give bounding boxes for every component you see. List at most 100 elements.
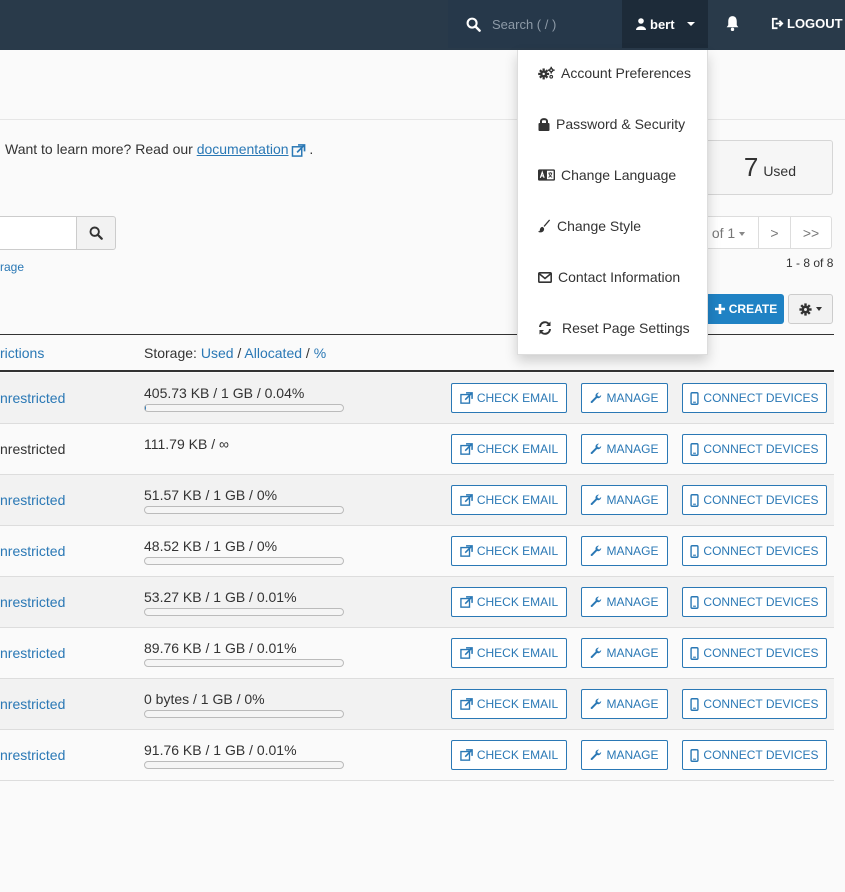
envelope-icon [538,271,552,283]
restriction-cell[interactable]: nrestricted [0,696,65,712]
check-email-button[interactable]: CHECK EMAIL [451,689,567,719]
documentation-hint-suffix: . [309,141,314,157]
mobile-phone-icon [690,697,700,711]
menu-item-account-preferences[interactable]: Account Preferences [538,65,691,81]
manage-button[interactable]: MANAGE [581,740,668,770]
external-link-icon [291,143,306,157]
chevron-down-icon [686,22,695,26]
storage-header-label: Storage: [144,345,197,361]
connect-devices-button[interactable]: CONNECT DEVICES [682,434,827,464]
mobile-phone-icon [690,748,700,762]
check-email-button[interactable]: CHECK EMAIL [451,587,567,617]
search-field[interactable]: Search ( / ) [448,0,622,48]
check-email-button[interactable]: CHECK EMAIL [451,638,567,668]
restriction-cell[interactable]: nrestricted [0,390,65,406]
table-body: nrestricted 405.73 KB / 1 GB / 0.04% CHECK… [0,373,834,781]
gear-icon [799,302,812,316]
restriction-cell[interactable]: nrestricted [0,645,65,661]
connect-devices-button[interactable]: CONNECT DEVICES [682,638,827,668]
menu-item-password-security[interactable]: Password & Security [538,116,685,132]
check-email-button[interactable]: CHECK EMAIL [451,536,567,566]
connect-devices-button[interactable]: CONNECT DEVICES [682,740,827,770]
connect-devices-button[interactable]: CONNECT DEVICES [682,383,827,413]
table-row: nrestricted 89.76 KB / 1 GB / 0.01% CHECK … [0,628,834,679]
manage-button[interactable]: MANAGE [581,434,668,464]
logout-link[interactable]: LOGOUT [771,16,843,31]
menu-item-reset-page-settings[interactable]: Reset Page Settings [538,320,690,336]
bell-icon[interactable] [724,15,741,32]
used-count-box: 7 Used [690,140,833,195]
restrictions-column-header[interactable]: rictions [0,345,44,361]
wrench-icon [590,392,602,404]
page-select[interactable]: of 1 [699,216,759,249]
last-page-button[interactable]: >> [790,216,832,249]
manage-button[interactable]: MANAGE [581,383,668,413]
menu-item-label: Change Language [561,167,677,183]
check-email-button[interactable]: CHECK EMAIL [451,434,567,464]
check-email-label: CHECK EMAIL [476,544,559,558]
mobile-phone-icon [690,646,700,660]
menu-item-label: Account Preferences [561,65,691,81]
used-count: 7 [743,152,759,182]
external-link-icon [460,749,473,761]
create-button[interactable]: CREATE [708,294,784,324]
check-email-button[interactable]: CHECK EMAIL [451,485,567,515]
external-link-icon [460,443,473,455]
table-row: nrestricted 51.57 KB / 1 GB / 0% CHECK EMA… [0,475,834,526]
menu-item-change-style[interactable]: Change Style [538,218,641,234]
table-row: nrestricted 405.73 KB / 1 GB / 0.04% CHECK… [0,373,834,424]
connect-devices-label: CONNECT DEVICES [703,646,819,660]
restriction-cell[interactable]: nrestricted [0,747,65,763]
connect-devices-button[interactable]: CONNECT DEVICES [682,689,827,719]
manage-button[interactable]: MANAGE [581,587,668,617]
table-row: nrestricted 0 bytes / 1 GB / 0% CHECK EMAI… [0,679,834,730]
table-search-button[interactable] [76,216,116,250]
manage-button[interactable]: MANAGE [581,689,668,719]
chevron-down-icon [739,231,746,236]
connect-devices-label: CONNECT DEVICES [703,442,819,456]
table-search-input[interactable] [0,216,77,250]
sort-used-link[interactable]: Used [201,345,234,361]
user-menu-toggle[interactable]: bert [622,0,708,48]
user-name: bert [650,16,675,32]
manage-label: MANAGE [606,544,659,558]
restriction-cell[interactable]: nrestricted [0,543,65,559]
check-email-label: CHECK EMAIL [476,442,559,456]
check-email-button[interactable]: CHECK EMAIL [451,740,567,770]
connect-devices-button[interactable]: CONNECT DEVICES [682,485,827,515]
external-link-icon [460,494,473,506]
restriction-cell[interactable]: nrestricted [0,594,65,610]
manage-button[interactable]: MANAGE [581,638,668,668]
restriction-cell[interactable]: nrestricted [0,492,65,508]
sort-allocated-link[interactable]: Allocated [244,345,302,361]
menu-item-label: Contact Information [558,269,681,285]
connect-devices-button[interactable]: CONNECT DEVICES [682,536,827,566]
connect-devices-label: CONNECT DEVICES [703,544,819,558]
manage-button[interactable]: MANAGE [581,485,668,515]
user-dropdown-menu: Account Preferences Password & Security … [517,50,708,355]
connect-devices-button[interactable]: CONNECT DEVICES [682,587,827,617]
next-page-button[interactable]: > [758,216,791,249]
storage-link[interactable]: rage [0,260,24,274]
wrench-icon [590,698,602,710]
connect-devices-label: CONNECT DEVICES [703,493,819,507]
external-link-icon [460,596,473,608]
storage-usage-text: 89.76 KB / 1 GB / 0.01% [144,640,297,656]
menu-item-label: Change Style [557,218,642,234]
documentation-link[interactable]: documentation [197,141,306,157]
storage-column-header: Storage: Used / Allocated / % [144,345,326,361]
sort-percent-link[interactable]: % [314,345,326,361]
menu-item-change-language[interactable]: Change Language [538,167,676,183]
user-icon [636,18,646,30]
manage-button[interactable]: MANAGE [581,536,668,566]
create-label: CREATE [728,302,778,316]
menu-item-contact-information[interactable]: Contact Information [538,269,680,285]
connect-devices-label: CONNECT DEVICES [703,391,819,405]
check-email-button[interactable]: CHECK EMAIL [451,383,567,413]
table-row: nrestricted 53.27 KB / 1 GB / 0.01% CHECK … [0,577,834,628]
connect-devices-label: CONNECT DEVICES [703,748,819,762]
pagination: of 1 > >> [699,216,832,249]
settings-dropdown-button[interactable] [788,294,833,324]
language-icon [538,169,555,181]
documentation-hint: Want to learn more? Read our documentati… [5,141,313,157]
